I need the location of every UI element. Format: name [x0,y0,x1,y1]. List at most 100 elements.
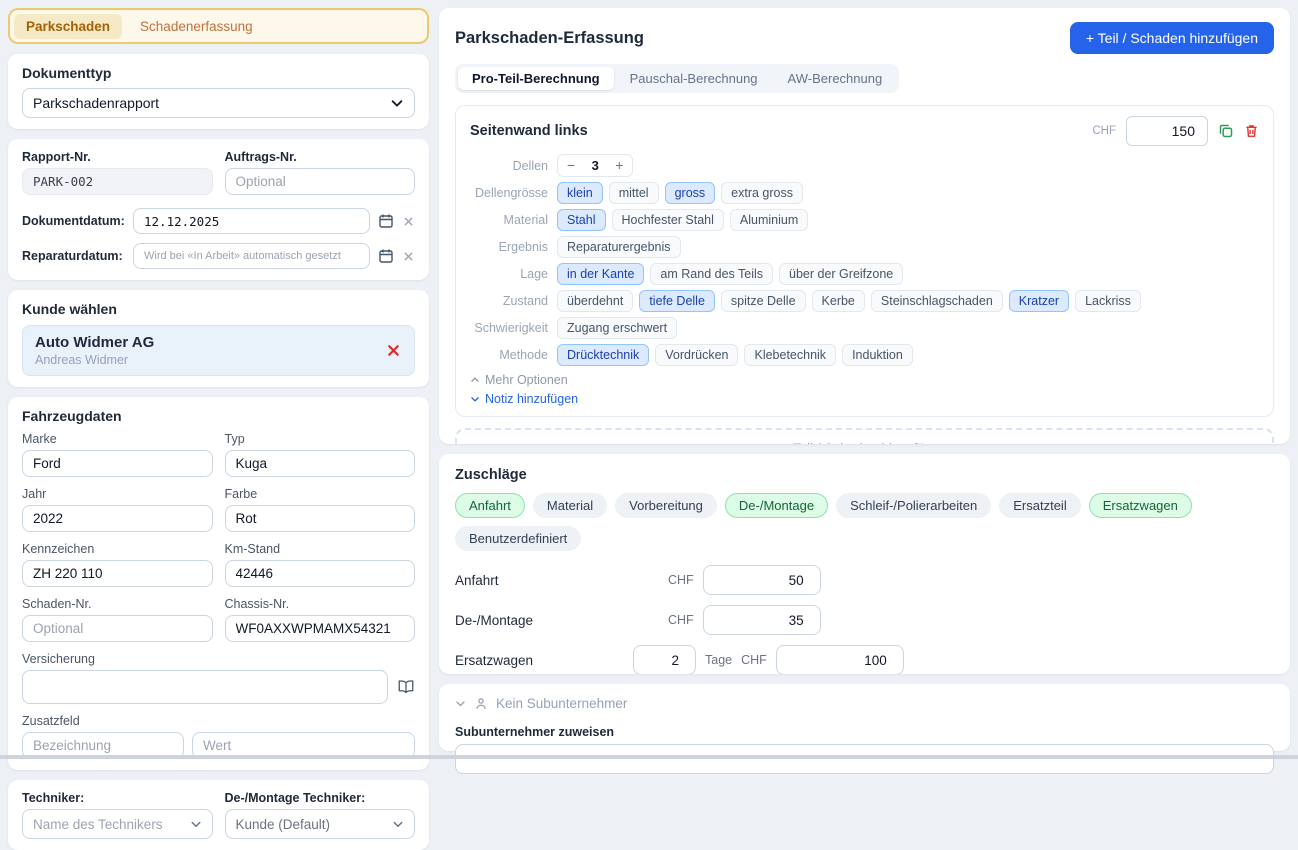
option-chip[interactable]: spitze Delle [721,290,806,312]
currency-label: CHF [668,613,694,627]
kennzeichen-input[interactable] [22,560,213,587]
typ-input[interactable] [225,450,416,477]
de-montage-row-label: De-/Montage [455,613,668,628]
subunternehmer-card: Kein Subunternehmer Subunternehmer zuwei… [439,684,1290,751]
selected-customer[interactable]: Auto Widmer AG Andreas Widmer [22,325,415,376]
marke-input[interactable] [22,450,213,477]
pill-schleif-polierarbeiten[interactable]: Schleif-/Polierarbeiten [836,493,991,518]
option-chip[interactable]: Stahl [557,209,606,231]
zuschlaege-card: Zuschläge Anfahrt Material Vorbereitung … [439,454,1290,674]
mode-tab-parkschaden[interactable]: Parkschaden [14,14,122,39]
de-montage-amount-input[interactable] [703,605,821,635]
add-part-dashed-button[interactable]: + Teil / Schaden hinzufügen [455,428,1274,444]
row-label-dellen: Dellen [470,159,548,173]
anfahrt-amount-input[interactable] [703,565,821,595]
option-chip[interactable]: Klebetechnik [744,344,836,366]
calendar-icon[interactable] [378,248,394,264]
clear-date-icon[interactable] [402,215,415,228]
option-chip[interactable]: am Rand des Teils [650,263,773,285]
stepper-minus-button[interactable]: − [558,155,584,176]
option-chip[interactable]: Kerbe [812,290,865,312]
subunternehmer-zuweisen-label: Subunternehmer zuweisen [455,725,1274,739]
dokumenttyp-card: Dokumenttyp Parkschadenrapport [8,54,429,129]
option-chip[interactable]: Vordrücken [655,344,738,366]
part-price-input[interactable] [1126,116,1208,146]
erfassung-card: Parkschaden-Erfassung + Teil / Schaden h… [439,8,1290,444]
option-chip[interactable]: Steinschlagschaden [871,290,1003,312]
option-chip[interactable]: über der Greifzone [779,263,903,285]
main-content: Parkschaden-Erfassung + Teil / Schaden h… [439,8,1290,751]
pill-ersatzteil[interactable]: Ersatzteil [999,493,1080,518]
techniker-value: Name des Technikers [33,817,163,832]
kennzeichen-label: Kennzeichen [22,542,213,556]
option-chip[interactable]: in der Kante [557,263,644,285]
chassis-nr-input[interactable] [225,615,416,642]
kunde-card: Kunde wählen Auto Widmer AG Andreas Widm… [8,290,429,387]
delete-part-icon[interactable] [1244,123,1259,139]
montage-techniker-select[interactable]: Kunde (Default) [225,809,416,839]
option-chip[interactable]: Drücktechnik [557,344,649,366]
option-chip[interactable]: überdehnt [557,290,633,312]
pill-vorbereitung[interactable]: Vorbereitung [615,493,717,518]
techniker-select[interactable]: Name des Technikers [22,809,213,839]
rapport-nr-input[interactable] [22,168,213,195]
remove-customer-icon[interactable] [385,342,402,359]
chevron-down-icon [455,698,466,709]
km-stand-input[interactable] [225,560,416,587]
tab-pauschal-berechnung[interactable]: Pauschal-Berechnung [616,67,772,90]
option-chip[interactable]: Aluminium [730,209,808,231]
pill-benutzerdefiniert[interactable]: Benutzerdefiniert [455,526,581,551]
pill-de-montage[interactable]: De-/Montage [725,493,828,518]
stepper-value: 3 [584,158,606,173]
dokumenttyp-select[interactable]: Parkschadenrapport [22,88,415,118]
customer-contact: Andreas Widmer [35,353,154,367]
option-chip[interactable]: Lackriss [1075,290,1141,312]
notiz-hinzufuegen-toggle[interactable]: Notiz hinzufügen [470,392,1259,406]
montage-techniker-value: Kunde (Default) [236,817,331,832]
mehr-optionen-toggle[interactable]: Mehr Optionen [470,373,1259,387]
tab-pro-teil-berechnung[interactable]: Pro-Teil-Berechnung [458,67,614,90]
tab-aw-berechnung[interactable]: AW-Berechnung [774,67,897,90]
pill-material[interactable]: Material [533,493,607,518]
option-chip[interactable]: Induktion [842,344,913,366]
subunternehmer-input[interactable] [455,744,1274,774]
subunternehmer-header[interactable]: Kein Subunternehmer [455,696,1274,711]
dokumentdatum-input[interactable] [133,208,370,234]
clear-date-icon[interactable] [402,250,415,263]
subunternehmer-header-label: Kein Subunternehmer [496,696,627,711]
option-chip[interactable]: klein [557,182,603,204]
stepper-plus-button[interactable]: + [606,155,632,176]
currency-label: CHF [741,653,767,667]
add-part-button[interactable]: + Teil / Schaden hinzufügen [1070,22,1274,54]
option-chip[interactable]: Reparaturergebnis [557,236,681,258]
page-title: Parkschaden-Erfassung [455,29,644,48]
option-chip[interactable]: gross [665,182,716,204]
option-chip[interactable]: tiefe Delle [639,290,715,312]
mode-tab-schadenerfassung[interactable]: Schadenerfassung [128,14,265,39]
option-chip[interactable]: Zugang erschwert [557,317,677,339]
schaden-nr-label: Schaden-Nr. [22,597,213,611]
calendar-icon[interactable] [378,213,394,229]
jahr-input[interactable] [22,505,213,532]
pill-ersatzwagen[interactable]: Ersatzwagen [1089,493,1192,518]
ersatzwagen-days-input[interactable] [633,645,696,674]
schaden-nr-input[interactable] [22,615,213,642]
option-chip[interactable]: Kratzer [1009,290,1069,312]
chevron-down-icon [470,394,480,404]
book-icon[interactable] [397,678,415,696]
option-chip[interactable]: extra gross [721,182,803,204]
tage-label: Tage [705,653,732,667]
option-chip[interactable]: mittel [609,182,659,204]
person-icon [474,697,488,711]
auftrags-nr-input[interactable] [225,168,416,195]
chassis-nr-label: Chassis-Nr. [225,597,416,611]
horizontal-scrollbar[interactable] [0,755,1298,759]
row-label-methode: Methode [470,348,548,362]
duplicate-part-icon[interactable] [1218,123,1234,139]
pill-anfahrt[interactable]: Anfahrt [455,493,525,518]
ersatzwagen-amount-input[interactable] [776,645,904,674]
farbe-input[interactable] [225,505,416,532]
option-chip[interactable]: Hochfester Stahl [612,209,724,231]
reparaturdatum-input[interactable] [133,243,370,269]
versicherung-input[interactable] [22,670,388,704]
